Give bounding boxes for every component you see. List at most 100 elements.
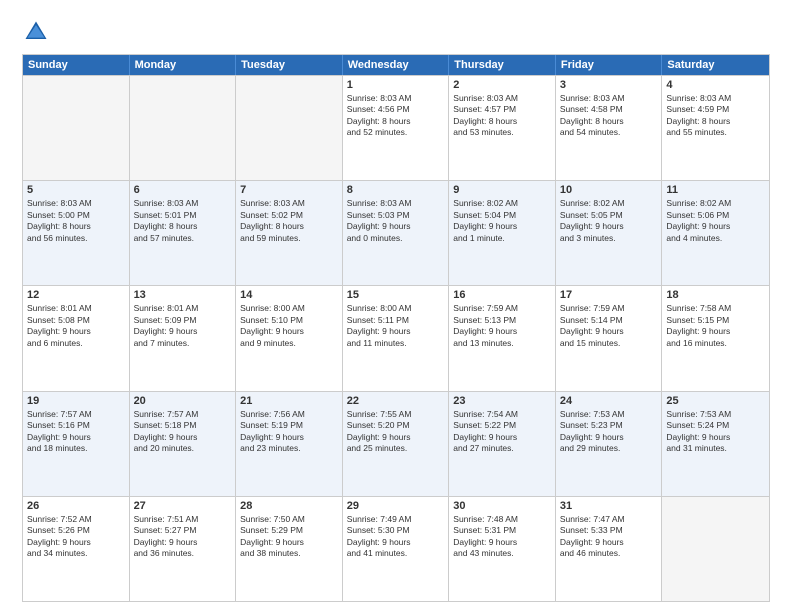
cell-text: Sunrise: 7:57 AM Sunset: 5:16 PM Dayligh… xyxy=(27,409,125,455)
cal-cell-27: 27 Sunrise: 7:51 AM Sunset: 5:27 PM Dayli… xyxy=(130,497,237,601)
day-number: 29 xyxy=(347,500,445,512)
day-number: 1 xyxy=(347,79,445,91)
cal-cell-11: 11 Sunrise: 8:02 AM Sunset: 5:06 PM Dayli… xyxy=(662,181,769,285)
cal-cell-22: 22 Sunrise: 7:55 AM Sunset: 5:20 PM Dayli… xyxy=(343,392,450,496)
cell-text: Sunrise: 7:49 AM Sunset: 5:30 PM Dayligh… xyxy=(347,514,445,560)
day-number: 12 xyxy=(27,289,125,301)
cell-text: Sunrise: 8:03 AM Sunset: 5:03 PM Dayligh… xyxy=(347,198,445,244)
cell-text: Sunrise: 7:53 AM Sunset: 5:23 PM Dayligh… xyxy=(560,409,658,455)
cal-cell-17: 17Sunrise: 7:59 AM Sunset: 5:14 PM Dayli… xyxy=(556,286,663,390)
week-row-5: 26 Sunrise: 7:52 AM Sunset: 5:26 PM Dayli… xyxy=(23,496,769,601)
header-cell-friday: Friday xyxy=(556,55,663,75)
cell-text: Sunrise: 7:50 AM Sunset: 5:29 PM Dayligh… xyxy=(240,514,338,560)
day-number: 18 xyxy=(666,289,765,301)
cell-text: Sunrise: 7:55 AM Sunset: 5:20 PM Dayligh… xyxy=(347,409,445,455)
cal-cell-7: 7 Sunrise: 8:03 AM Sunset: 5:02 PM Daylig… xyxy=(236,181,343,285)
day-number: 25 xyxy=(666,395,765,407)
cal-cell-2: 2 Sunrise: 8:03 AM Sunset: 4:57 PM Daylig… xyxy=(449,76,556,180)
cell-text: Sunrise: 8:03 AM Sunset: 4:56 PM Dayligh… xyxy=(347,93,445,139)
cell-text: Sunrise: 8:03 AM Sunset: 4:59 PM Dayligh… xyxy=(666,93,765,139)
day-number: 23 xyxy=(453,395,551,407)
week-row-1: 1 Sunrise: 8:03 AM Sunset: 4:56 PM Daylig… xyxy=(23,75,769,180)
week-row-3: 12 Sunrise: 8:01 AM Sunset: 5:08 PM Dayli… xyxy=(23,285,769,390)
cell-text: Sunrise: 8:02 AM Sunset: 5:06 PM Dayligh… xyxy=(666,198,765,244)
cal-cell-6: 6Sunrise: 8:03 AM Sunset: 5:01 PM Daylig… xyxy=(130,181,237,285)
cell-text: Sunrise: 8:00 AM Sunset: 5:11 PM Dayligh… xyxy=(347,303,445,349)
day-number: 10 xyxy=(560,184,658,196)
day-number: 15 xyxy=(347,289,445,301)
cal-cell-8: 8 Sunrise: 8:03 AM Sunset: 5:03 PM Daylig… xyxy=(343,181,450,285)
day-number: 21 xyxy=(240,395,338,407)
cal-cell-30: 30 Sunrise: 7:48 AM Sunset: 5:31 PM Dayli… xyxy=(449,497,556,601)
cell-text: Sunrise: 8:01 AM Sunset: 5:08 PM Dayligh… xyxy=(27,303,125,349)
cal-cell-28: 28Sunrise: 7:50 AM Sunset: 5:29 PM Dayli… xyxy=(236,497,343,601)
cal-cell-18: 18 Sunrise: 7:58 AM Sunset: 5:15 PM Dayli… xyxy=(662,286,769,390)
day-number: 3 xyxy=(560,79,658,91)
day-number: 4 xyxy=(666,79,765,91)
cal-cell-empty-6 xyxy=(662,497,769,601)
calendar-header: SundayMondayTuesdayWednesdayThursdayFrid… xyxy=(23,55,769,75)
cell-text: Sunrise: 7:57 AM Sunset: 5:18 PM Dayligh… xyxy=(134,409,232,455)
day-number: 22 xyxy=(347,395,445,407)
cal-cell-12: 12 Sunrise: 8:01 AM Sunset: 5:08 PM Dayli… xyxy=(23,286,130,390)
cell-text: Sunrise: 8:01 AM Sunset: 5:09 PM Dayligh… xyxy=(134,303,232,349)
cell-text: Sunrise: 7:48 AM Sunset: 5:31 PM Dayligh… xyxy=(453,514,551,560)
header xyxy=(22,18,770,46)
cell-text: Sunrise: 7:53 AM Sunset: 5:24 PM Dayligh… xyxy=(666,409,765,455)
cal-cell-25: 25 Sunrise: 7:53 AM Sunset: 5:24 PM Dayli… xyxy=(662,392,769,496)
day-number: 5 xyxy=(27,184,125,196)
cal-cell-3: 3 Sunrise: 8:03 AM Sunset: 4:58 PM Daylig… xyxy=(556,76,663,180)
cal-cell-19: 19Sunrise: 7:57 AM Sunset: 5:16 PM Dayli… xyxy=(23,392,130,496)
cell-text: Sunrise: 8:03 AM Sunset: 4:58 PM Dayligh… xyxy=(560,93,658,139)
cal-cell-29: 29 Sunrise: 7:49 AM Sunset: 5:30 PM Dayli… xyxy=(343,497,450,601)
cal-cell-24: 24Sunrise: 7:53 AM Sunset: 5:23 PM Dayli… xyxy=(556,392,663,496)
day-number: 7 xyxy=(240,184,338,196)
cal-cell-15: 15 Sunrise: 8:00 AM Sunset: 5:11 PM Dayli… xyxy=(343,286,450,390)
page: SundayMondayTuesdayWednesdayThursdayFrid… xyxy=(0,0,792,612)
cell-text: Sunrise: 7:54 AM Sunset: 5:22 PM Dayligh… xyxy=(453,409,551,455)
cal-cell-5: 5 Sunrise: 8:03 AM Sunset: 5:00 PM Daylig… xyxy=(23,181,130,285)
day-number: 9 xyxy=(453,184,551,196)
logo-icon xyxy=(22,18,50,46)
cal-cell-20: 20 Sunrise: 7:57 AM Sunset: 5:18 PM Dayli… xyxy=(130,392,237,496)
day-number: 14 xyxy=(240,289,338,301)
calendar: SundayMondayTuesdayWednesdayThursdayFrid… xyxy=(22,54,770,602)
header-cell-wednesday: Wednesday xyxy=(343,55,450,75)
cell-text: Sunrise: 7:52 AM Sunset: 5:26 PM Dayligh… xyxy=(27,514,125,560)
calendar-body: 1 Sunrise: 8:03 AM Sunset: 4:56 PM Daylig… xyxy=(23,75,769,601)
logo xyxy=(22,18,52,46)
cal-cell-empty-0 xyxy=(23,76,130,180)
cell-text: Sunrise: 8:02 AM Sunset: 5:04 PM Dayligh… xyxy=(453,198,551,244)
header-cell-monday: Monday xyxy=(130,55,237,75)
cell-text: Sunrise: 8:03 AM Sunset: 5:00 PM Dayligh… xyxy=(27,198,125,244)
header-cell-sunday: Sunday xyxy=(23,55,130,75)
day-number: 11 xyxy=(666,184,765,196)
cell-text: Sunrise: 7:59 AM Sunset: 5:13 PM Dayligh… xyxy=(453,303,551,349)
cell-text: Sunrise: 8:02 AM Sunset: 5:05 PM Dayligh… xyxy=(560,198,658,244)
cal-cell-23: 23 Sunrise: 7:54 AM Sunset: 5:22 PM Dayli… xyxy=(449,392,556,496)
cell-text: Sunrise: 7:47 AM Sunset: 5:33 PM Dayligh… xyxy=(560,514,658,560)
day-number: 31 xyxy=(560,500,658,512)
cal-cell-4: 4 Sunrise: 8:03 AM Sunset: 4:59 PM Daylig… xyxy=(662,76,769,180)
cell-text: Sunrise: 7:51 AM Sunset: 5:27 PM Dayligh… xyxy=(134,514,232,560)
cal-cell-1: 1 Sunrise: 8:03 AM Sunset: 4:56 PM Daylig… xyxy=(343,76,450,180)
header-cell-saturday: Saturday xyxy=(662,55,769,75)
day-number: 8 xyxy=(347,184,445,196)
header-cell-tuesday: Tuesday xyxy=(236,55,343,75)
cal-cell-16: 16 Sunrise: 7:59 AM Sunset: 5:13 PM Dayli… xyxy=(449,286,556,390)
cal-cell-31: 31 Sunrise: 7:47 AM Sunset: 5:33 PM Dayli… xyxy=(556,497,663,601)
day-number: 16 xyxy=(453,289,551,301)
day-number: 27 xyxy=(134,500,232,512)
cal-cell-13: 13Sunrise: 8:01 AM Sunset: 5:09 PM Dayli… xyxy=(130,286,237,390)
day-number: 30 xyxy=(453,500,551,512)
cell-text: Sunrise: 8:03 AM Sunset: 4:57 PM Dayligh… xyxy=(453,93,551,139)
day-number: 26 xyxy=(27,500,125,512)
cal-cell-empty-2 xyxy=(236,76,343,180)
cal-cell-9: 9 Sunrise: 8:02 AM Sunset: 5:04 PM Daylig… xyxy=(449,181,556,285)
day-number: 2 xyxy=(453,79,551,91)
cal-cell-26: 26 Sunrise: 7:52 AM Sunset: 5:26 PM Dayli… xyxy=(23,497,130,601)
cell-text: Sunrise: 7:58 AM Sunset: 5:15 PM Dayligh… xyxy=(666,303,765,349)
day-number: 20 xyxy=(134,395,232,407)
cal-cell-14: 14Sunrise: 8:00 AM Sunset: 5:10 PM Dayli… xyxy=(236,286,343,390)
cell-text: Sunrise: 8:03 AM Sunset: 5:02 PM Dayligh… xyxy=(240,198,338,244)
